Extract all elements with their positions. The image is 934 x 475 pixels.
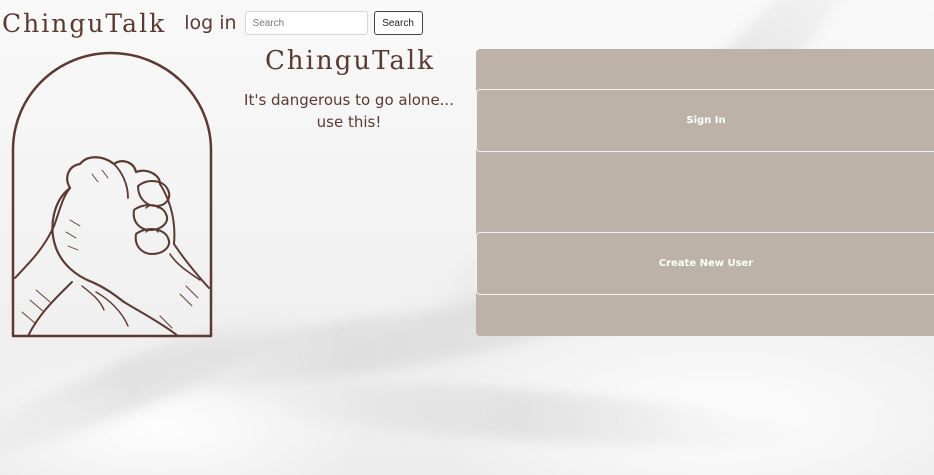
hero-title: ChinguTalk: [265, 46, 435, 76]
sign-in-button[interactable]: Sign In: [476, 89, 934, 152]
tagline-line-1: It's dangerous to go alone...: [244, 91, 454, 109]
search-input[interactable]: [244, 11, 368, 35]
login-link[interactable]: log in: [184, 12, 236, 34]
auth-panel: Sign In Create New User: [476, 49, 934, 336]
tagline-line-2: use this!: [316, 113, 382, 131]
hero-tagline: It's dangerous to go alone... use this!: [240, 89, 458, 133]
create-new-user-button[interactable]: Create New User: [476, 232, 934, 295]
search-button[interactable]: Search: [373, 11, 423, 35]
handshake-arch-illustration: [10, 50, 215, 338]
navbar-brand[interactable]: ChinguTalk: [2, 9, 166, 38]
top-navbar: ChinguTalk log in Search: [0, 8, 423, 38]
